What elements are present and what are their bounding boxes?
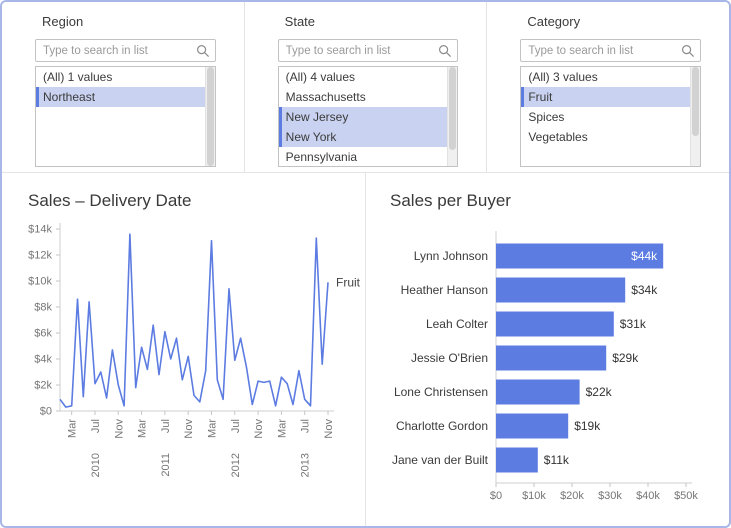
- state-filter-list: (All) 4 values Massachusetts New Jersey …: [278, 66, 459, 167]
- axis-tick-label: Mar: [276, 419, 288, 438]
- year-tick-label: 2013: [300, 453, 312, 477]
- bar-value-label: $19k: [574, 419, 601, 433]
- year-tick-label: 2012: [230, 453, 242, 477]
- search-icon[interactable]: [196, 44, 210, 58]
- region-scrollbar[interactable]: [205, 67, 215, 166]
- filter-panel-region: Region (All) 1 values Northeast: [2, 2, 245, 172]
- axis-tick-label: $40k: [636, 490, 660, 502]
- region-search-box[interactable]: [35, 39, 216, 62]
- axis-tick-label: $14k: [28, 224, 52, 236]
- year-tick-label: 2010: [90, 453, 102, 477]
- axis-tick-label: $30k: [598, 490, 622, 502]
- bar-category-label: Jane van der Built: [392, 453, 489, 467]
- axis-tick-label: Nov: [323, 419, 335, 439]
- list-item-new-york[interactable]: New York: [279, 127, 448, 147]
- state-search-input[interactable]: [279, 40, 432, 61]
- axis-tick-label: $10k: [28, 276, 52, 288]
- axis-tick-label: $6k: [34, 328, 52, 340]
- year-tick-label: 2011: [160, 453, 172, 477]
- dashboard-window: Region (All) 1 values Northeast State: [0, 0, 731, 528]
- filter-panel-state: State (All) 4 values Massachusetts New J…: [245, 2, 488, 172]
- sales-per-buyer-bar-chart[interactable]: $0 $10k $20k $30k $40k $50k Lynn Johnson $44k He…: [374, 215, 726, 517]
- region-scroll-thumb[interactable]: [207, 67, 214, 166]
- sales-line[interactable]: [60, 234, 328, 407]
- bar-value-label: $29k: [612, 351, 639, 365]
- search-icon[interactable]: [681, 44, 695, 58]
- bar-category-label: Leah Colter: [426, 317, 488, 331]
- bar[interactable]: [496, 448, 538, 473]
- axis-tick-label: Jul: [90, 419, 102, 433]
- state-search-box[interactable]: [278, 39, 459, 62]
- bar[interactable]: [496, 312, 614, 337]
- axis-tick-label: Mar: [207, 419, 219, 438]
- category-filter-list: (All) 3 values Fruit Spices Vegetables: [520, 66, 701, 167]
- bar-value-label: $22k: [586, 385, 613, 399]
- list-item-vegetables[interactable]: Vegetables: [521, 127, 690, 147]
- list-item-massachusetts[interactable]: Massachusetts: [279, 87, 448, 107]
- bar-value-label: $31k: [620, 317, 647, 331]
- axis-tick-label: $20k: [560, 490, 584, 502]
- axis-tick-label: Nov: [113, 419, 125, 439]
- bar[interactable]: [496, 278, 625, 303]
- list-item-all[interactable]: (All) 3 values: [521, 67, 690, 87]
- axis-tick-label: Mar: [137, 419, 149, 438]
- filter-title-state: State: [285, 14, 459, 29]
- series-label: Fruit: [336, 275, 361, 289]
- bar-category-label: Lone Christensen: [394, 385, 488, 399]
- axis-tick-label: Mar: [67, 419, 79, 438]
- sales-delivery-date-panel: Sales – Delivery Date $0 $2k $4k $6k $8k $10k…: [2, 173, 366, 526]
- axis-tick-label: $0: [40, 406, 52, 418]
- axis-tick-label: $50k: [674, 490, 698, 502]
- bar[interactable]: [496, 414, 568, 439]
- line-chart-title: Sales – Delivery Date: [28, 191, 365, 211]
- list-item-northeast[interactable]: Northeast: [36, 87, 205, 107]
- list-item-fruit[interactable]: Fruit: [521, 87, 690, 107]
- state-list-items: (All) 4 values Massachusetts New Jersey …: [279, 67, 448, 166]
- filter-panel-category: Category (All) 3 values Fruit Spices Veg…: [487, 2, 729, 172]
- category-list-items: (All) 3 values Fruit Spices Vegetables: [521, 67, 690, 166]
- charts-row: Sales – Delivery Date $0 $2k $4k $6k $8k $10k…: [2, 173, 729, 526]
- state-scrollbar[interactable]: [447, 67, 457, 166]
- list-item-all[interactable]: (All) 1 values: [36, 67, 205, 87]
- axis-tick-label: $12k: [28, 250, 52, 262]
- category-scrollbar[interactable]: [690, 67, 700, 166]
- sales-delivery-date-line-chart[interactable]: $0 $2k $4k $6k $8k $10k $12k $14k Mar Jul Nov Mar Ju…: [6, 215, 366, 517]
- bar-value-label: $11k: [544, 453, 570, 467]
- bar-category-label: Charlotte Gordon: [396, 419, 488, 433]
- category-search-box[interactable]: [520, 39, 701, 62]
- axis-tick-label: $2k: [34, 380, 52, 392]
- bar-category-label: Heather Hanson: [401, 283, 488, 297]
- axis-tick-label: Jul: [160, 419, 172, 433]
- category-search-input[interactable]: [521, 40, 674, 61]
- bar-value-label: $44k: [631, 249, 658, 263]
- bar-value-label: $34k: [631, 283, 658, 297]
- list-item-pennsylvania[interactable]: Pennsylvania: [279, 147, 448, 166]
- bar[interactable]: [496, 380, 580, 405]
- search-icon[interactable]: [438, 44, 452, 58]
- list-item-spices[interactable]: Spices: [521, 107, 690, 127]
- axis-tick-label: $4k: [34, 354, 52, 366]
- axis-tick-label: $10k: [522, 490, 546, 502]
- bar[interactable]: [496, 346, 606, 371]
- axis-tick-label: $0: [490, 490, 502, 502]
- list-item-new-jersey[interactable]: New Jersey: [279, 107, 448, 127]
- region-filter-list: (All) 1 values Northeast: [35, 66, 216, 167]
- filter-title-region: Region: [42, 14, 216, 29]
- sales-per-buyer-panel: Sales per Buyer $0 $10k $20k $30k $40k $50k Ly…: [366, 173, 729, 526]
- list-item-all[interactable]: (All) 4 values: [279, 67, 448, 87]
- category-scroll-thumb[interactable]: [692, 67, 699, 136]
- filters-row: Region (All) 1 values Northeast State: [2, 2, 729, 173]
- axis-tick-label: Jul: [300, 419, 312, 433]
- axis-tick-label: $8k: [34, 302, 52, 314]
- bar-category-label: Lynn Johnson: [414, 249, 488, 263]
- bar-chart-title: Sales per Buyer: [390, 191, 729, 211]
- axis-tick-label: Nov: [183, 419, 195, 439]
- region-search-input[interactable]: [36, 40, 189, 61]
- bar-category-label: Jessie O'Brien: [411, 351, 488, 365]
- state-scroll-thumb[interactable]: [449, 67, 456, 150]
- region-list-items: (All) 1 values Northeast: [36, 67, 205, 166]
- axis-tick-label: Jul: [230, 419, 242, 433]
- filter-title-category: Category: [527, 14, 701, 29]
- axis-tick-label: Nov: [253, 419, 265, 439]
